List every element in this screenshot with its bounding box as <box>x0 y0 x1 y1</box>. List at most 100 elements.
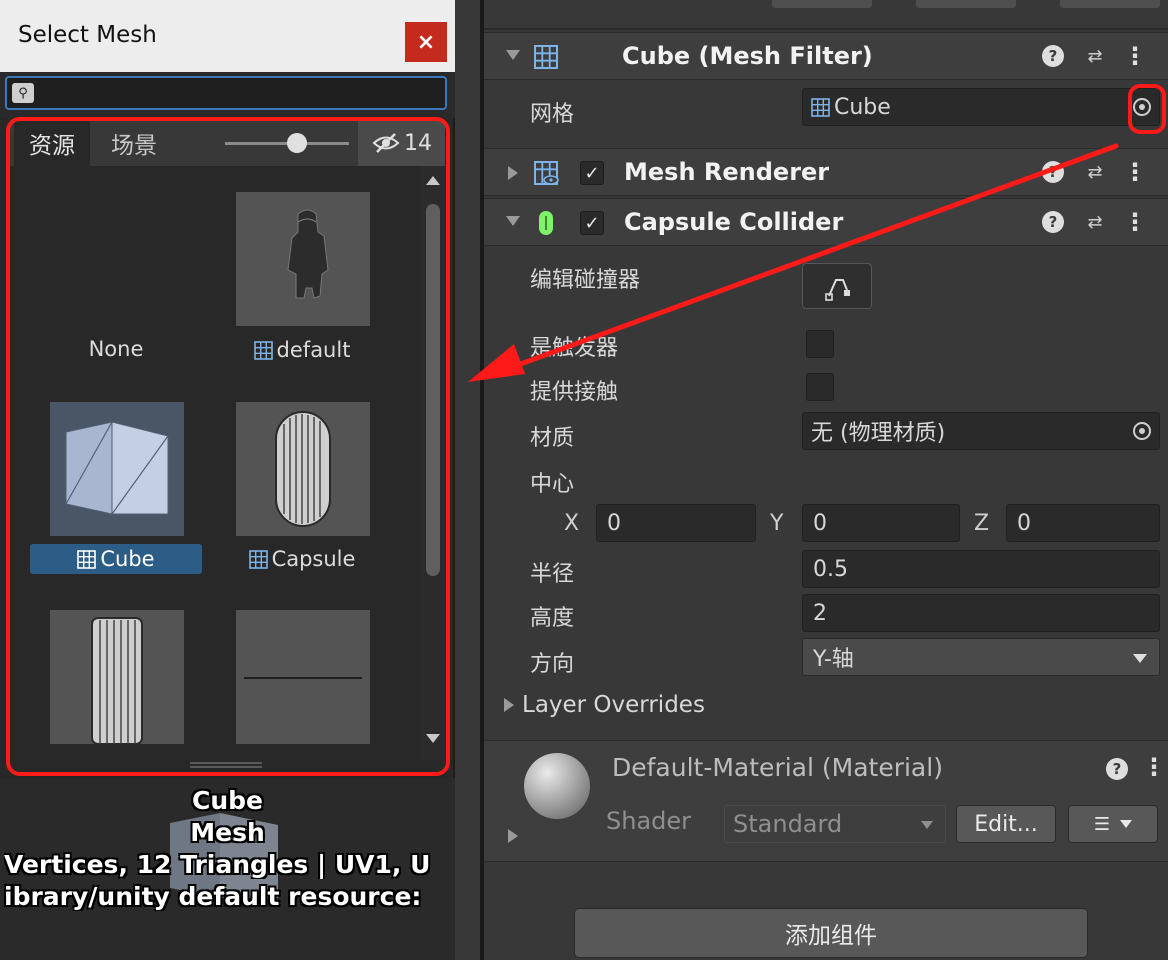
capsule-collider-header[interactable]: ✓ Capsule Collider ? ⇄ ⋮ <box>484 198 1168 246</box>
grid-item-label: Cube <box>30 544 202 574</box>
preset-icon[interactable]: ⇄ <box>1084 45 1106 67</box>
grid-item-label: Capsule <box>216 544 388 574</box>
zoom-slider-handle[interactable] <box>287 133 307 153</box>
close-button[interactable]: × <box>405 22 447 62</box>
preview-type: Mesh <box>190 818 265 847</box>
grid-item-thumbnail <box>236 192 370 326</box>
foldout-icon[interactable] <box>508 829 518 843</box>
foldout-icon[interactable] <box>506 50 520 60</box>
grid-item-thumbnail <box>236 402 370 536</box>
tab-assets[interactable]: 资源 <box>14 120 90 166</box>
radius-field[interactable]: 0.5 <box>802 550 1160 588</box>
preview-area: Cube Mesh Vertices, 12 Triangles | UV1, … <box>0 778 455 960</box>
list-icon: ☰ <box>1093 813 1111 835</box>
close-icon: × <box>416 29 436 55</box>
help-icon[interactable]: ? <box>1106 758 1128 780</box>
shader-value: Standard <box>733 810 843 838</box>
material-header[interactable]: Default-Material (Material) ? ⋮ Shader S… <box>484 740 1168 862</box>
physic-material-field[interactable]: 无 (物理材质) <box>802 412 1160 450</box>
tab-scene[interactable]: 场景 <box>94 120 174 166</box>
foldout-icon[interactable] <box>508 166 518 180</box>
mesh-icon <box>253 340 273 360</box>
add-component-button[interactable]: 添加组件 <box>574 908 1088 958</box>
grid-item-thumbnail <box>50 610 184 744</box>
foldout-icon[interactable] <box>506 216 520 226</box>
kebab-menu-icon[interactable]: ⋮ <box>1123 158 1147 186</box>
edit-collider-button[interactable] <box>802 263 872 309</box>
window-title: Select Mesh <box>18 22 157 48</box>
material-label: 材质 <box>530 426 575 451</box>
center-x-label: X <box>564 511 580 536</box>
search-icon: ⚲ <box>12 83 34 103</box>
dropdown-icon <box>1133 654 1147 663</box>
grid-item-thumbnail <box>236 610 370 744</box>
mesh-icon <box>77 549 97 569</box>
previous-component-stub <box>484 0 1168 30</box>
cube-thumbnail <box>65 421 169 515</box>
edit-collider-icon <box>825 279 850 301</box>
search-row: ⚲ <box>0 72 455 118</box>
scroll-up-icon[interactable] <box>426 176 440 185</box>
search-input[interactable] <box>39 80 439 106</box>
edit-shader-button[interactable]: Edit... <box>956 805 1056 843</box>
height-field[interactable]: 2 <box>802 594 1160 632</box>
center-z-label: Z <box>974 511 990 536</box>
help-icon[interactable]: ? <box>1042 45 1064 67</box>
mesh-renderer-header[interactable]: ✓ Mesh Renderer ? ⇄ ⋮ <box>484 148 1168 196</box>
layer-overrides-foldout[interactable]: Layer Overrides <box>504 688 705 722</box>
hidden-count: 14 <box>404 130 432 156</box>
enabled-checkbox[interactable]: ✓ <box>580 211 604 235</box>
kebab-menu-icon[interactable]: ⋮ <box>1123 42 1147 70</box>
center-y-field[interactable]: 0 <box>802 504 960 542</box>
window-titlebar[interactable]: Select Mesh × <box>0 0 455 72</box>
component-title: Mesh Renderer <box>624 158 830 186</box>
direction-dropdown[interactable]: Y-轴 <box>802 638 1160 676</box>
scroll-down-icon[interactable] <box>426 734 440 743</box>
preview-name: Cube <box>192 786 263 815</box>
plane-thumbnail <box>244 677 362 679</box>
grid-item-label <box>216 752 388 760</box>
mesh-icon <box>248 549 268 569</box>
hidden-packages-toggle[interactable]: 14 <box>358 120 445 166</box>
shader-list-button[interactable]: ☰ <box>1068 805 1158 843</box>
grid-item-label: default <box>216 335 388 365</box>
preview-resize-handle[interactable] <box>190 760 262 770</box>
preview-info: Vertices, 12 Triangles | UV1, U <box>4 850 431 879</box>
grid-item-label: None <box>88 337 144 361</box>
mesh-object-field[interactable]: Cube <box>802 88 1160 126</box>
is-trigger-checkbox[interactable] <box>806 330 834 358</box>
scrollbar-thumb[interactable] <box>426 204 440 576</box>
mesh-filter-header[interactable]: Cube (Mesh Filter) ? ⇄ ⋮ <box>484 32 1168 80</box>
center-label: 中心 <box>530 472 575 497</box>
object-picker-icon[interactable] <box>1133 422 1151 440</box>
edit-collider-label: 编辑碰撞器 <box>530 268 641 293</box>
provides-contacts-checkbox[interactable] <box>806 373 834 401</box>
layer-overrides-label: Layer Overrides <box>522 692 705 718</box>
object-picker-icon[interactable] <box>1133 98 1151 116</box>
help-icon[interactable]: ? <box>1042 211 1064 233</box>
kebab-menu-icon[interactable]: ⋮ <box>1123 208 1147 236</box>
preset-icon[interactable]: ⇄ <box>1084 161 1106 183</box>
shader-dropdown[interactable]: Standard <box>724 805 946 843</box>
center-x-field[interactable]: 0 <box>596 504 756 542</box>
help-icon[interactable]: ? <box>1042 161 1064 183</box>
dropdown-icon <box>921 821 933 829</box>
material-preview-sphere <box>524 753 590 819</box>
grid-scrollbar[interactable] <box>421 166 445 760</box>
component-title: Capsule Collider <box>624 208 844 236</box>
shader-label: Shader <box>606 807 692 835</box>
search-field[interactable]: ⚲ <box>5 76 447 110</box>
direction-value: Y-轴 <box>813 647 854 672</box>
kebab-menu-icon[interactable]: ⋮ <box>1142 753 1166 781</box>
select-mesh-window: Select Mesh × ⚲ 资源 场景 14 None default Cu… <box>0 0 455 960</box>
center-z-field[interactable]: 0 <box>1006 504 1160 542</box>
is-trigger-label: 是触发器 <box>530 336 619 361</box>
enabled-checkbox[interactable]: ✓ <box>580 161 604 185</box>
mesh-icon <box>811 97 830 117</box>
grid-item-label <box>30 752 202 760</box>
preset-icon[interactable]: ⇄ <box>1084 211 1106 233</box>
mesh-field-value: Cube <box>834 94 891 120</box>
asset-grid: None default Cube Capsule <box>10 166 420 760</box>
material-title: Default-Material (Material) <box>612 753 943 782</box>
inspector-panel: Cube (Mesh Filter) ? ⇄ ⋮ 网格 Cube ✓ Mesh … <box>480 0 1168 960</box>
